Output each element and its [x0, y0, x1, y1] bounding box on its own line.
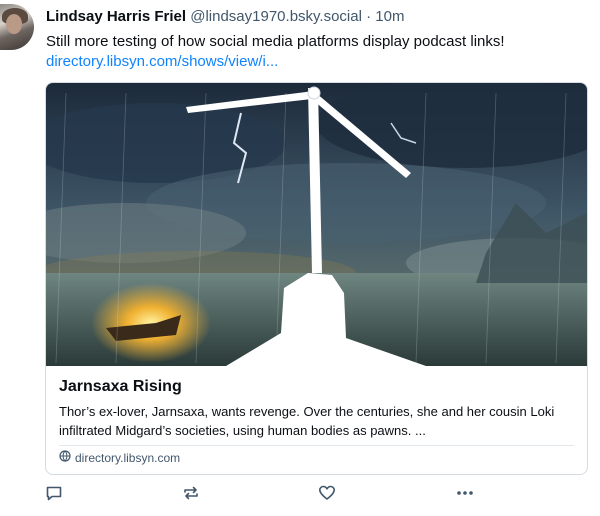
more-icon	[455, 484, 477, 502]
embed-description: Thor’s ex-lover, Jarnsaxa, wants revenge…	[59, 404, 555, 438]
like-button[interactable]	[318, 484, 340, 506]
author-handle[interactable]: @lindsay1970.bsky.social	[190, 8, 362, 25]
embed-domain-row: directory.libsyn.com	[59, 450, 180, 465]
post-timestamp[interactable]: 10m	[375, 8, 404, 25]
author-name[interactable]: Lindsay Harris Friel	[46, 8, 186, 25]
embed-divider	[59, 445, 574, 446]
post-actions-bar	[0, 484, 600, 508]
heart-icon	[318, 484, 340, 502]
embed-title[interactable]: Jarnsaxa Rising	[59, 378, 182, 396]
embed-domain: directory.libsyn.com	[75, 450, 181, 465]
post-header: Lindsay Harris Friel @lindsay1970.bsky.s…	[46, 8, 404, 25]
reply-button[interactable]	[45, 484, 67, 506]
link-preview-card[interactable]: Jarnsaxa Rising Thor’s ex-lover, Jarnsax…	[45, 82, 588, 475]
comment-icon	[45, 484, 67, 502]
avatar-face	[6, 14, 22, 34]
post-text: Still more testing of how social media p…	[46, 33, 505, 50]
header-separator: ·	[366, 8, 372, 25]
more-options-button[interactable]	[455, 484, 477, 506]
repost-button[interactable]	[182, 484, 204, 506]
globe-icon	[59, 450, 71, 465]
post-link[interactable]: directory.libsyn.com/shows/view/i...	[46, 52, 278, 72]
avatar[interactable]	[0, 4, 34, 50]
repost-icon	[182, 484, 204, 502]
embed-thumbnail-image	[46, 83, 587, 366]
